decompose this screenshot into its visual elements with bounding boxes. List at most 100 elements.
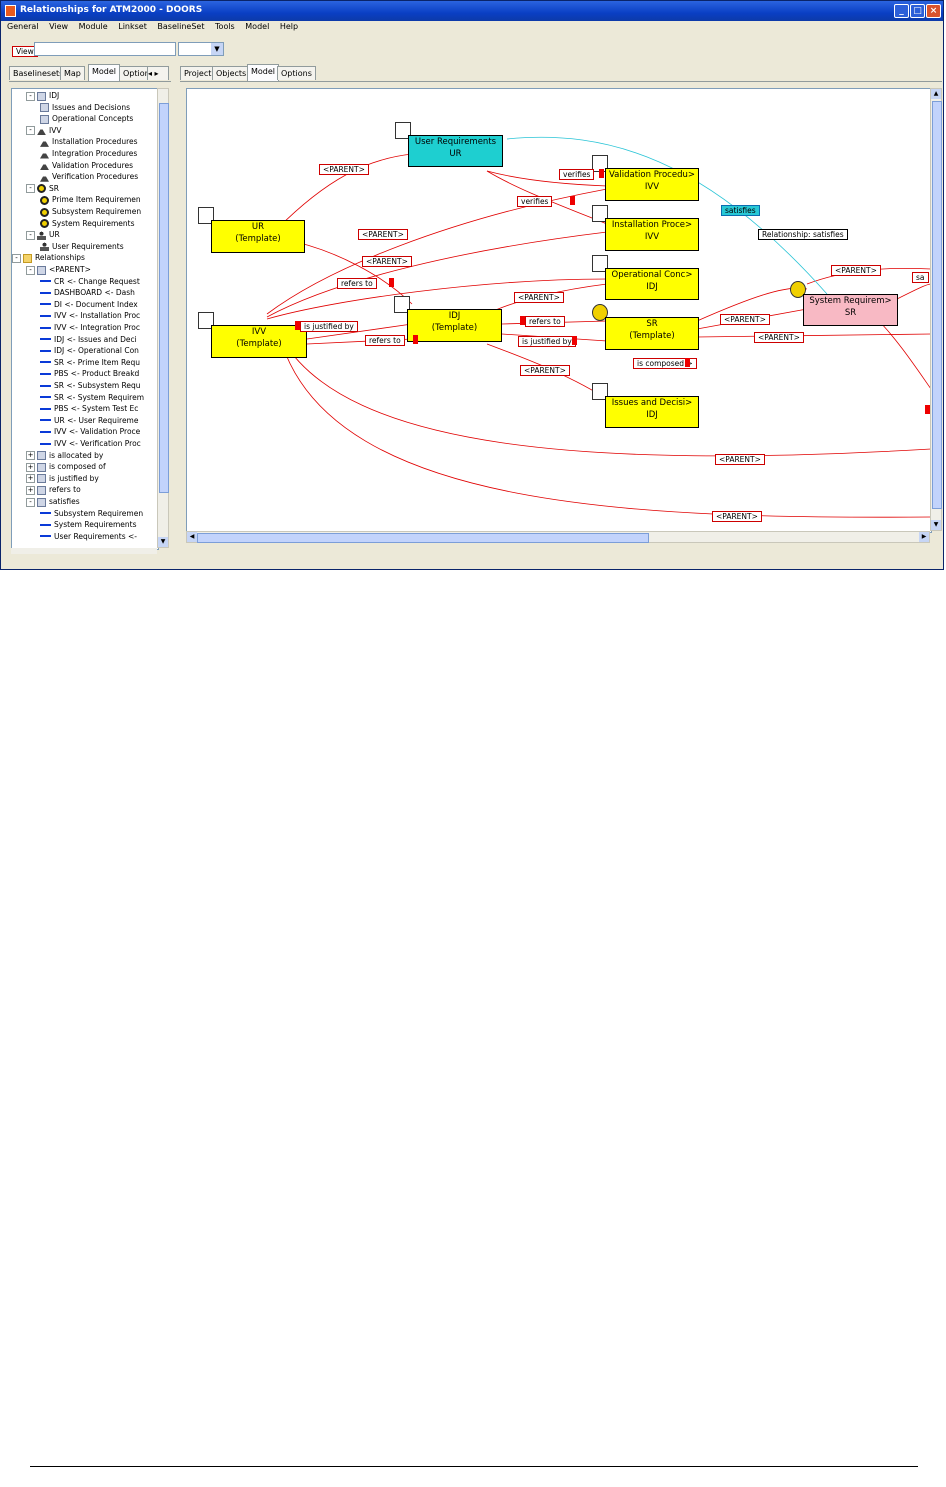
tree-item[interactable]: + is allocated by: [26, 450, 103, 461]
edge-label-parent[interactable]: <PARENT>: [831, 265, 881, 276]
menu-help[interactable]: Help: [280, 22, 298, 31]
edge-label-parent[interactable]: <PARENT>: [362, 256, 412, 267]
tree-item[interactable]: Installation Procedures: [40, 136, 138, 147]
close-icon[interactable]: ×: [926, 4, 941, 18]
tree-item[interactable]: - <PARENT>: [26, 264, 91, 275]
edge-label-refers-to[interactable]: refers to: [365, 335, 405, 346]
node-operational-concepts[interactable]: Operational Conc> IDJ: [605, 268, 699, 300]
node-user-requirements[interactable]: User Requirements UR: [408, 135, 503, 167]
tree-item[interactable]: - Relationships: [12, 252, 85, 263]
tree-scroll-thumb[interactable]: [159, 103, 169, 493]
tree-item[interactable]: CR <- Change Request: [40, 276, 140, 287]
tree-item[interactable]: DASHBOARD <- Dash: [40, 287, 135, 298]
node-ivv-template[interactable]: IVV (Template): [211, 325, 307, 358]
view-dropdown[interactable]: ▼: [178, 42, 224, 56]
scroll-down-icon[interactable]: ▼: [931, 520, 941, 530]
tree-item[interactable]: - IVV: [26, 125, 61, 136]
node-validation-procedures[interactable]: Validation Procedu> IVV: [605, 168, 699, 201]
minimize-icon[interactable]: _: [894, 4, 909, 18]
menu-general[interactable]: General: [7, 22, 39, 31]
tree-item[interactable]: Subsystem Requiremen: [40, 206, 141, 217]
tree-vertical-scrollbar[interactable]: ▼: [157, 88, 169, 548]
edge-label-parent[interactable]: <PARENT>: [720, 314, 770, 325]
canvas-vscroll-thumb[interactable]: [932, 101, 942, 509]
edge-label-parent[interactable]: <PARENT>: [712, 511, 762, 522]
tree-item[interactable]: SR <- System Requirem: [40, 392, 144, 403]
scroll-down-icon[interactable]: ▼: [158, 537, 168, 547]
tree-item[interactable]: System Requirements: [40, 519, 137, 530]
edge-label-verifies[interactable]: verifies: [559, 169, 595, 180]
edge-label-parent[interactable]: <PARENT>: [514, 292, 564, 303]
tree-item[interactable]: + is justified by: [26, 473, 99, 484]
node-installation-procedures[interactable]: Installation Proce> IVV: [605, 218, 699, 251]
collapse-icon[interactable]: -: [12, 253, 21, 263]
collapse-icon[interactable]: -: [26, 265, 35, 275]
scroll-right-icon[interactable]: ▶: [919, 532, 929, 542]
tree-item[interactable]: Operational Concepts: [40, 113, 133, 124]
menu-model[interactable]: Model: [245, 22, 269, 31]
tree-item[interactable]: UR <- User Requireme: [40, 415, 138, 426]
edge-label-verifies[interactable]: verifies: [517, 196, 553, 207]
collapse-icon[interactable]: -: [26, 497, 35, 507]
tree-item[interactable]: DI <- Document Index: [40, 299, 138, 310]
expand-icon[interactable]: +: [26, 485, 35, 495]
relationship-diagram-canvas[interactable]: User Requirements UR Validation Procedu> I…: [186, 88, 932, 533]
canvas-vertical-scrollbar[interactable]: ▲ ▼: [930, 88, 942, 531]
tree-item[interactable]: - satisfies: [26, 496, 80, 507]
menu-baselineset[interactable]: BaselineSet: [157, 22, 204, 31]
expand-icon[interactable]: +: [26, 474, 35, 484]
tree-item[interactable]: Verification Procedures: [40, 171, 138, 182]
tree-horizontal-scrollbar[interactable]: [11, 548, 157, 554]
tree-item[interactable]: IVV <- Integration Proc: [40, 322, 140, 333]
tree-item[interactable]: IVV <- Verification Proc: [40, 438, 141, 449]
canvas-horizontal-scrollbar[interactable]: ◀ ▶: [186, 531, 930, 543]
tree-item[interactable]: PBS <- Product Breakd: [40, 368, 139, 379]
node-sr-template[interactable]: SR (Template): [605, 317, 699, 350]
tree-item[interactable]: + is composed of: [26, 461, 106, 472]
chevron-down-icon[interactable]: ▼: [211, 43, 223, 55]
expand-icon[interactable]: +: [26, 451, 35, 461]
tab-objects[interactable]: Objects: [212, 66, 251, 80]
collapse-icon[interactable]: -: [26, 184, 35, 194]
tree-item[interactable]: SR <- Prime Item Requ: [40, 357, 140, 368]
edge-label-parent[interactable]: <PARENT>: [520, 365, 570, 376]
tab-model-left[interactable]: Model: [88, 64, 121, 81]
tree-item[interactable]: User Requirements <-: [40, 531, 137, 542]
scroll-left-icon[interactable]: ◀: [187, 532, 197, 542]
tree-item[interactable]: IDJ <- Operational Con: [40, 345, 139, 356]
maximize-icon[interactable]: □: [910, 4, 925, 18]
expand-icon[interactable]: +: [26, 462, 35, 472]
tab-baselinesets[interactable]: Baselinesets: [9, 66, 68, 80]
tree-item[interactable]: - UR: [26, 229, 60, 240]
tree-item[interactable]: - SR: [26, 183, 59, 194]
node-system-requirements[interactable]: System Requirem> SR: [803, 294, 898, 326]
tab-options[interactable]: Options: [277, 66, 316, 80]
tree-item[interactable]: Issues and Decisions: [40, 102, 130, 113]
tree-item[interactable]: Subsystem Requiremen: [40, 508, 143, 519]
menu-tools[interactable]: Tools: [215, 22, 235, 31]
edge-label-refers-to[interactable]: refers to: [525, 316, 565, 327]
tree-item[interactable]: IVV <- Validation Proce: [40, 426, 140, 437]
tree-item[interactable]: IVV <- Installation Proc: [40, 310, 140, 321]
canvas-hscroll-thumb[interactable]: [197, 533, 649, 543]
tab-map[interactable]: Map: [60, 66, 85, 80]
tree-item[interactable]: Prime Item Requiremen: [40, 194, 141, 205]
collapse-icon[interactable]: -: [26, 91, 35, 101]
tree-item[interactable]: PBS <- System Test Ec: [40, 403, 138, 414]
tree-item[interactable]: Validation Procedures: [40, 160, 133, 171]
edge-label-is-justified-by[interactable]: is justified by: [300, 321, 358, 332]
edge-label-parent[interactable]: <PARENT>: [715, 454, 765, 465]
edge-label-sa[interactable]: sa: [912, 272, 929, 283]
node-ur-template[interactable]: UR (Template): [211, 220, 305, 253]
tab-model-right[interactable]: Model: [247, 64, 280, 81]
tree-item[interactable]: IDJ <- Issues and Deci: [40, 334, 137, 345]
tree-item[interactable]: Integration Procedures: [40, 148, 137, 159]
tree-item[interactable]: - IDJ: [26, 90, 59, 101]
collapse-icon[interactable]: -: [26, 126, 35, 136]
title-bar[interactable]: Relationships for ATM2000 - DOORS _ □ ×: [1, 1, 943, 21]
collapse-icon[interactable]: -: [26, 230, 35, 240]
tree-item[interactable]: SR <- Subsystem Requ: [40, 380, 141, 391]
menu-linkset[interactable]: Linkset: [118, 22, 147, 31]
view-input[interactable]: [34, 42, 176, 56]
tree-item[interactable]: System Requirements: [40, 218, 135, 229]
